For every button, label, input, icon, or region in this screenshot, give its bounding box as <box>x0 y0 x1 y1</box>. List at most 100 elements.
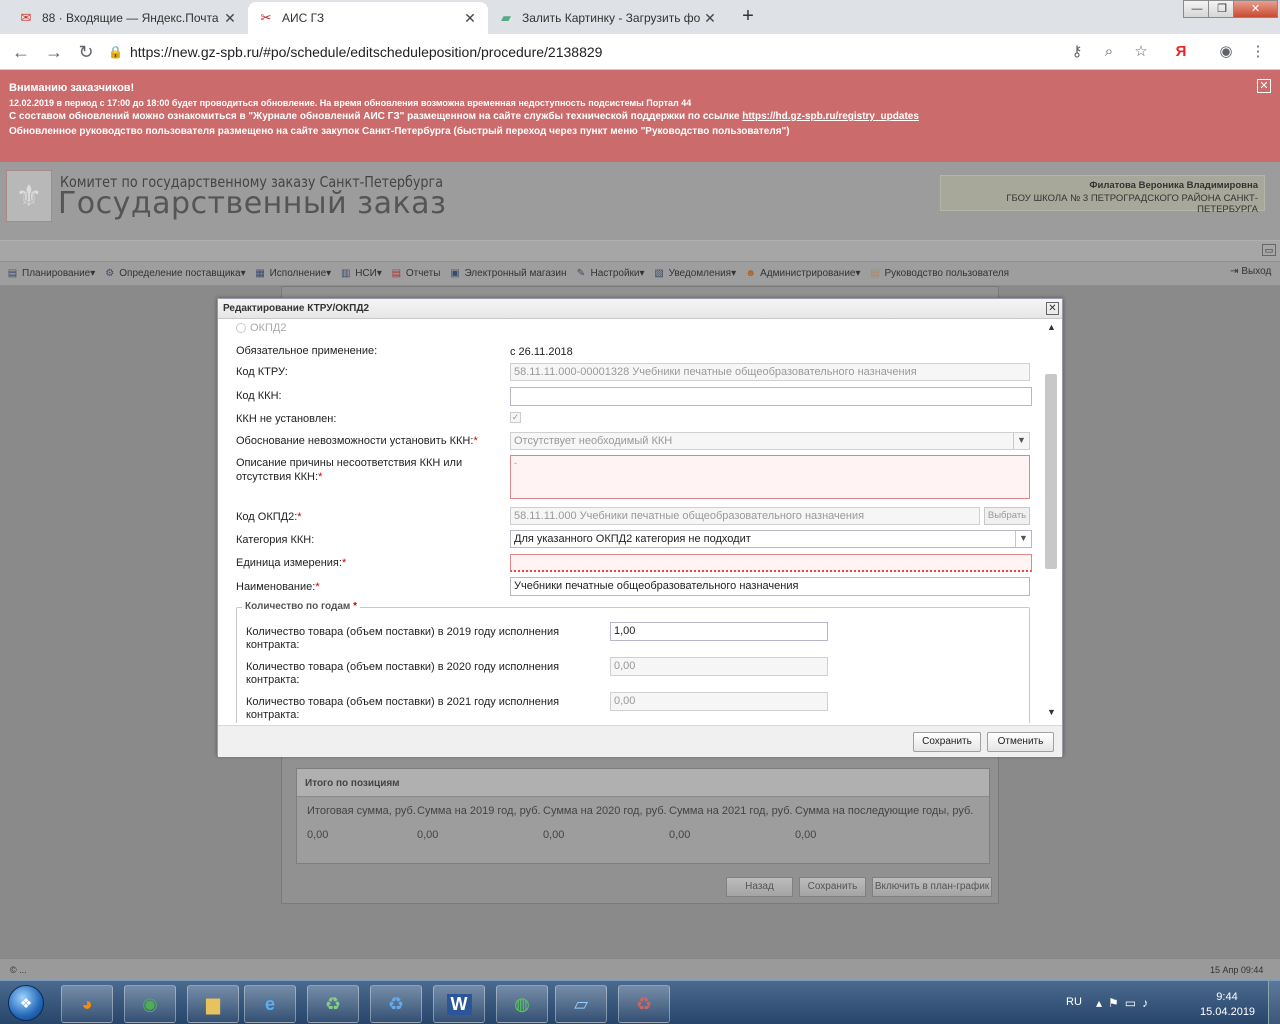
yandex-icon[interactable]: Я <box>1171 42 1191 62</box>
menu-shop[interactable]: ▣ Электронный магазин <box>448 268 566 280</box>
dialog-cancel-button[interactable]: Отменить <box>987 732 1054 752</box>
reason-select[interactable]: Отсутствует необходимый ККН ▼ <box>510 432 1030 450</box>
back-button[interactable]: Назад <box>726 877 793 897</box>
qty-2020-input[interactable]: 0,00 <box>610 657 828 676</box>
dropdown-arrow-icon: ▾ <box>639 268 645 279</box>
cash-icon[interactable]: ◍ <box>496 985 548 1023</box>
user-name: Филатова Вероника Владимировна <box>1089 180 1258 191</box>
category-label: Категория ККН: <box>236 534 315 546</box>
page-save-button[interactable]: Сохранить <box>799 877 866 897</box>
menu-reports[interactable]: ▤ Отчеты <box>390 268 441 280</box>
desc-label-1: Описание причины несоответствия ККН или <box>236 457 463 469</box>
dialog-save-button[interactable]: Сохранить <box>913 732 981 752</box>
forward-icon[interactable]: → <box>42 40 66 64</box>
ktru-field[interactable]: 58.11.11.000-00001328 Учебники печатные … <box>510 363 1030 381</box>
totals-val-later: 0,00 <box>795 829 817 841</box>
profile-icon[interactable]: ◉ <box>1216 42 1236 62</box>
qty-2020-label-1: Количество товара (объем поставки) в 202… <box>246 661 560 673</box>
url-field[interactable]: 🔒 https://new.gz-spb.ru/#po/schedule/edi… <box>108 39 1120 65</box>
word-icon[interactable]: W <box>433 985 485 1023</box>
recycle-app-icon[interactable]: ♻ <box>618 985 670 1023</box>
menu-notifications[interactable]: ▧ Уведомления ▾ <box>653 267 737 280</box>
reference-icon: ▥ <box>340 267 351 279</box>
notice-banner: Вниманию заказчиков! 12.02.2019 в период… <box>0 70 1280 162</box>
window-close-button[interactable]: ✕ <box>1233 0 1278 18</box>
tab-ais-gz[interactable]: ✂ АИС ГЗ ✕ <box>248 2 488 34</box>
qty-2021-input[interactable]: 0,00 <box>610 692 828 711</box>
menu-settings[interactable]: ✎ Настройки ▾ <box>574 268 645 280</box>
qty-2021-label-2: контракта: <box>246 709 300 721</box>
collapse-bar <box>0 240 1280 262</box>
reload-icon[interactable]: ↻ <box>74 40 98 64</box>
notepad-icon[interactable]: ▱ <box>555 985 607 1023</box>
collapse-icon[interactable]: ▭ <box>1262 244 1276 256</box>
qty-2019-input[interactable]: 1,00 <box>610 622 828 641</box>
updates-link[interactable]: https://hd.gz-spb.ru/registry_updates <box>742 111 919 122</box>
menu-execution[interactable]: ▦ Исполнение ▾ <box>254 268 331 280</box>
desc-textarea[interactable]: - <box>510 455 1030 499</box>
kkn-not-set-checkbox[interactable]: ✓ <box>510 412 521 423</box>
start-button[interactable]: ❖ <box>2 982 50 1024</box>
maximize-button[interactable]: ❐ <box>1208 0 1236 18</box>
windows-logo-icon: ❖ <box>8 985 44 1021</box>
dialog-scrollbar[interactable] <box>1045 374 1057 569</box>
user-org: ГБОУ ШКОЛА № 3 ПЕТРОГРАДСКОГО РАЙОНА САН… <box>1006 193 1258 215</box>
close-tab-icon[interactable]: ✕ <box>702 10 718 27</box>
tray-icons[interactable]: ▴⚑▭♪ <box>1096 996 1154 1010</box>
scroll-up-icon[interactable]: ▲ <box>1047 322 1056 332</box>
menu-manual[interactable]: ▤ Руководство пользователя <box>869 268 1009 280</box>
close-tab-icon[interactable]: ✕ <box>462 10 478 27</box>
kkn-label: Код ККН: <box>236 390 282 402</box>
recycle-app-icon[interactable]: ♻ <box>307 985 359 1023</box>
okpd2-radio[interactable]: ОКПД2 <box>236 322 286 334</box>
ie-icon[interactable]: e <box>244 985 296 1023</box>
unit-input[interactable] <box>510 554 1032 572</box>
dropdown-arrow-icon: ▾ <box>731 268 737 279</box>
new-tab-button[interactable]: + <box>736 4 760 28</box>
emblem-icon: ⚜ <box>6 170 52 222</box>
key-icon[interactable]: ⚷ <box>1067 42 1087 62</box>
explorer-icon[interactable]: ▆ <box>187 985 239 1023</box>
clock[interactable]: 9:44 15.04.2019 <box>1200 990 1255 1020</box>
bookmark-star-icon[interactable]: ☆ <box>1131 42 1151 62</box>
exit-icon: ⇥ <box>1230 266 1239 277</box>
supplier-icon: ⚙ <box>105 267 115 279</box>
dropdown-arrow-icon: ▾ <box>376 268 382 279</box>
okpd2-field[interactable]: 58.11.11.000 Учебники печатные общеобраз… <box>510 507 980 525</box>
okpd2-label: Код ОКПД2:* <box>236 511 302 523</box>
include-schedule-button[interactable]: Включить в план-график <box>872 877 992 897</box>
dropdown-arrow-icon: ▾ <box>90 268 96 279</box>
totals-title: Итого по позициям <box>297 769 989 797</box>
firefox-icon[interactable]: ◕ <box>61 985 113 1023</box>
notice-update-time: 12.02.2019 в период с 17:00 до 18:00 буд… <box>9 98 692 108</box>
tab-image-host[interactable]: ▰ Залить Картинку - Загрузить фо ✕ <box>488 2 728 34</box>
dialog-close-icon[interactable]: ✕ <box>1046 302 1059 315</box>
chevron-down-icon: ▼ <box>1013 433 1029 449</box>
zoom-icon[interactable]: ⌕ <box>1099 42 1119 62</box>
minimize-button[interactable]: — <box>1183 0 1211 18</box>
okpd2-select-button[interactable]: Выбрать <box>984 507 1030 525</box>
show-desktop-button[interactable] <box>1268 981 1280 1024</box>
category-select[interactable]: Для указанного ОКПД2 категория не подход… <box>510 530 1032 548</box>
menu-supplier[interactable]: ⚙ Определение поставщика ▾ <box>103 268 245 280</box>
tab-yandex-mail[interactable]: ✉ 88 · Входящие — Яндекс.Почта ✕ <box>8 2 248 34</box>
menu-planning[interactable]: ▤ Планирование ▾ <box>6 268 96 280</box>
menu-admin[interactable]: ☻ Администрирование ▾ <box>744 268 860 280</box>
scroll-down-icon[interactable]: ▼ <box>1047 707 1056 717</box>
kkn-not-set-label: ККН не установлен: <box>236 413 337 425</box>
recycle-app-icon[interactable]: ♻ <box>370 985 422 1023</box>
notice-title: Вниманию заказчиков! <box>9 82 135 94</box>
exit-button[interactable]: ⇥ Выход <box>1230 266 1271 277</box>
reason-label: Обоснование невозможности установить ККН… <box>236 435 478 447</box>
notice-close-icon[interactable]: ✕ <box>1257 79 1271 93</box>
kkn-input[interactable] <box>510 387 1032 406</box>
totals-col-later: Сумма на последующие годы, руб. <box>795 805 974 817</box>
name-input[interactable]: Учебники печатные общеобразовательного н… <box>510 577 1030 596</box>
menu-nsi[interactable]: ▥ НСИ ▾ <box>339 268 382 280</box>
menu-dots-icon[interactable]: ⋮ <box>1248 42 1268 62</box>
back-icon[interactable]: ← <box>9 40 33 64</box>
close-tab-icon[interactable]: ✕ <box>222 10 238 27</box>
chrome-icon[interactable]: ◉ <box>124 985 176 1023</box>
language-indicator[interactable]: RU <box>1066 996 1082 1008</box>
notifications-icon: ▧ <box>654 267 664 279</box>
